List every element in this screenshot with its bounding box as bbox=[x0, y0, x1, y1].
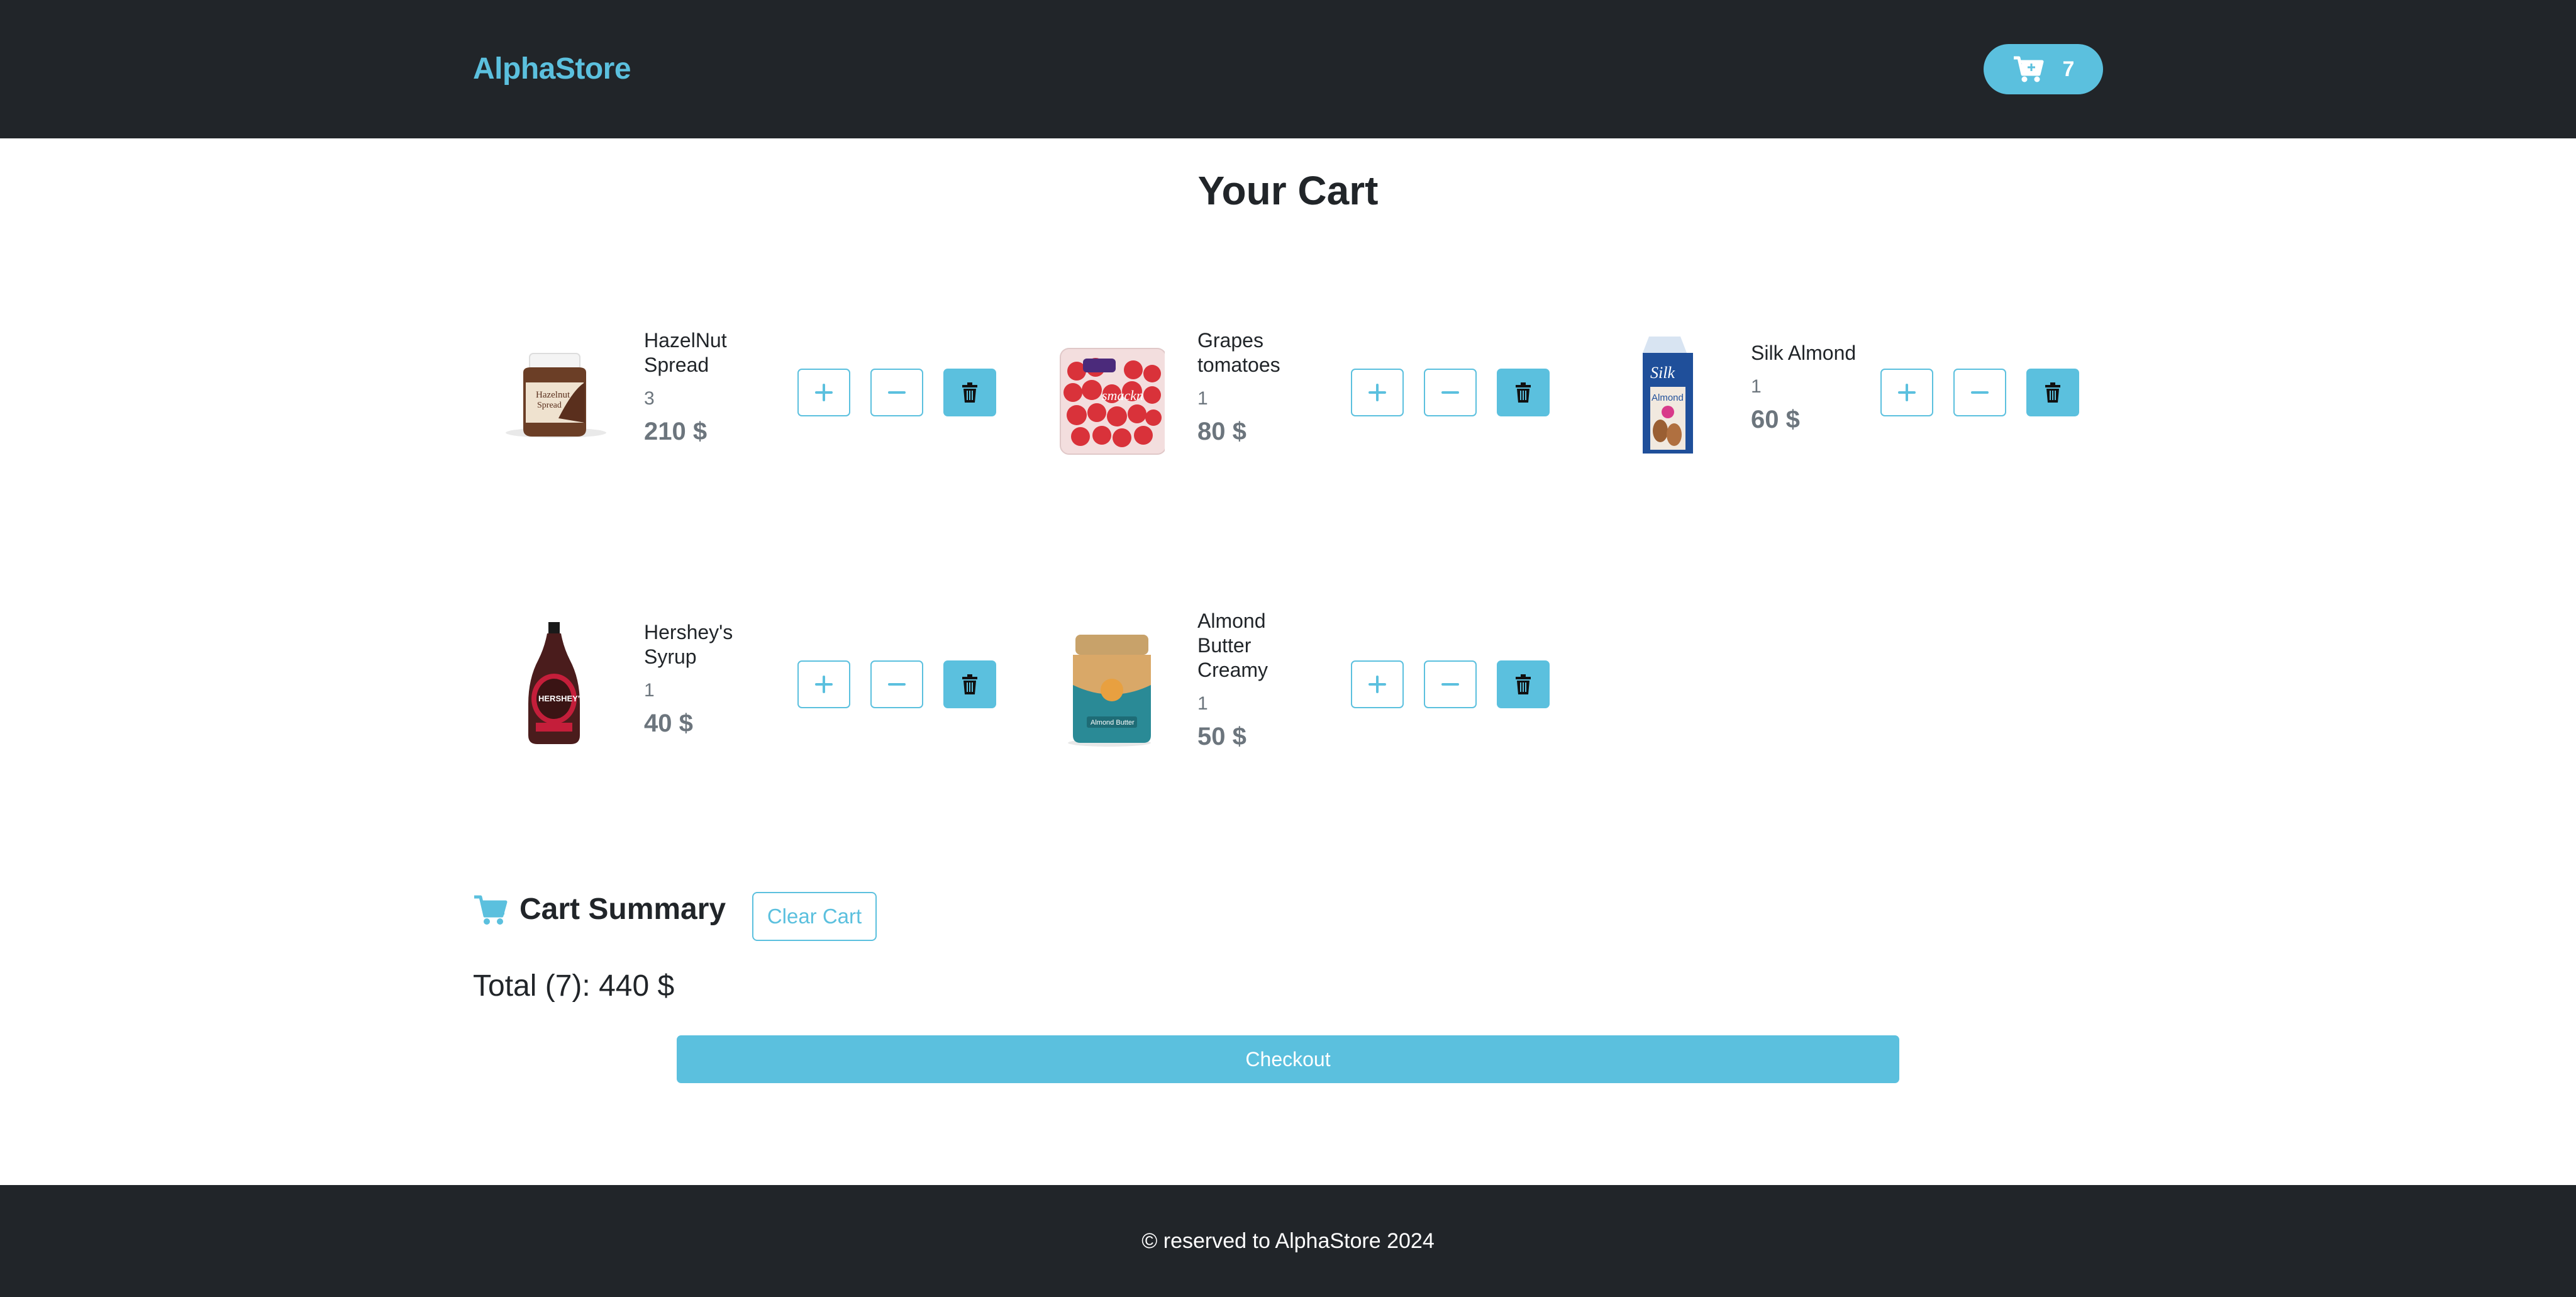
cart-total: Total (7): 440 $ bbox=[473, 969, 675, 1003]
product-price: 50 $ bbox=[1197, 723, 1246, 750]
minus-icon bbox=[1441, 683, 1459, 686]
delete-button[interactable] bbox=[943, 660, 996, 708]
cart-item: smackn Grapes tomatoes 1 80 $ bbox=[1026, 296, 1567, 459]
product-quantity: 1 bbox=[1197, 388, 1208, 409]
delete-button[interactable] bbox=[943, 369, 996, 416]
delete-button[interactable] bbox=[2026, 369, 2079, 416]
plus-icon bbox=[815, 676, 833, 693]
trash-icon bbox=[2045, 382, 2060, 403]
increase-button[interactable] bbox=[1351, 369, 1404, 416]
svg-text:HERSHEY'S: HERSHEY'S bbox=[538, 694, 586, 703]
increase-button[interactable] bbox=[797, 660, 850, 708]
plus-icon bbox=[1368, 676, 1386, 693]
product-image: Almond Butter bbox=[1052, 613, 1165, 751]
product-price: 80 $ bbox=[1197, 418, 1246, 445]
svg-text:Almond: Almond bbox=[1652, 392, 1684, 403]
trash-icon bbox=[1516, 674, 1531, 694]
navbar: AlphaStore 7 bbox=[0, 0, 2576, 138]
svg-text:Almond Butter: Almond Butter bbox=[1091, 719, 1135, 726]
product-price: 60 $ bbox=[1751, 406, 1800, 433]
svg-text:smackn: smackn bbox=[1102, 387, 1143, 403]
cart-button[interactable]: 7 bbox=[1984, 44, 2103, 94]
plus-icon bbox=[1898, 384, 1916, 401]
decrease-button[interactable] bbox=[870, 369, 923, 416]
minus-icon bbox=[1971, 391, 1989, 394]
svg-text:Hazelnut: Hazelnut bbox=[536, 390, 570, 400]
footer: © reserved to AlphaStore 2024 bbox=[0, 1185, 2576, 1297]
delete-button[interactable] bbox=[1497, 660, 1550, 708]
minus-icon bbox=[888, 683, 906, 686]
brand-logo[interactable]: AlphaStore bbox=[473, 52, 631, 86]
product-name: Grapes tomatoes bbox=[1197, 329, 1280, 376]
delete-button[interactable] bbox=[1497, 369, 1550, 416]
trash-icon bbox=[1516, 382, 1531, 403]
product-name: HazelNut Spread bbox=[644, 329, 727, 376]
product-name: Silk Almond bbox=[1751, 342, 1857, 364]
minus-icon bbox=[1441, 391, 1459, 394]
product-price: 210 $ bbox=[644, 418, 708, 445]
decrease-button[interactable] bbox=[1424, 660, 1477, 708]
decrease-button[interactable] bbox=[1953, 369, 2006, 416]
decrease-button[interactable] bbox=[1424, 369, 1477, 416]
decrease-button[interactable] bbox=[870, 660, 923, 708]
increase-button[interactable] bbox=[1351, 660, 1404, 708]
product-image: HERSHEY'S bbox=[498, 613, 611, 751]
product-quantity: 3 bbox=[644, 388, 655, 409]
cart-item: Almond Butter Almond Butter Creamy 1 50 … bbox=[1026, 587, 1567, 751]
cart-icon bbox=[474, 895, 508, 925]
plus-icon bbox=[1368, 384, 1386, 401]
increase-button[interactable] bbox=[797, 369, 850, 416]
product-quantity: 1 bbox=[644, 680, 655, 701]
page-title: Your Cart bbox=[1197, 168, 1379, 213]
footer-text: © reserved to AlphaStore 2024 bbox=[1141, 1228, 1435, 1253]
cart-count: 7 bbox=[2062, 57, 2075, 81]
product-image: Hazelnut Spread bbox=[498, 321, 611, 459]
svg-text:Spread: Spread bbox=[537, 401, 562, 410]
plus-icon bbox=[815, 384, 833, 401]
increase-button[interactable] bbox=[1880, 369, 1933, 416]
cart-icon bbox=[2013, 56, 2044, 82]
trash-icon bbox=[962, 382, 977, 403]
product-quantity: 1 bbox=[1751, 376, 1762, 397]
cart-summary-title: Cart Summary bbox=[519, 893, 726, 926]
product-image: smackn bbox=[1052, 321, 1165, 459]
cart-item: Silk Almond Silk Almond 1 60 $ bbox=[1580, 296, 2121, 459]
cart-item: Hazelnut Spread HazelNut Spread 3 210 $ bbox=[473, 296, 1014, 459]
product-name: Almond Butter Creamy bbox=[1197, 610, 1269, 681]
clear-cart-button[interactable]: Clear Cart bbox=[752, 892, 877, 941]
cart-summary-header: Cart Summary bbox=[473, 892, 726, 927]
trash-icon bbox=[962, 674, 977, 694]
checkout-button[interactable]: Checkout bbox=[677, 1035, 1899, 1083]
product-name: Hershey's Syrup bbox=[644, 621, 733, 668]
product-image: Silk Almond bbox=[1605, 321, 1718, 459]
cart-item: HERSHEY'S Hershey's Syrup 1 40 $ bbox=[473, 587, 1014, 751]
product-quantity: 1 bbox=[1197, 693, 1208, 714]
product-price: 40 $ bbox=[644, 710, 693, 737]
minus-icon bbox=[888, 391, 906, 394]
svg-text:Silk: Silk bbox=[1650, 364, 1675, 382]
